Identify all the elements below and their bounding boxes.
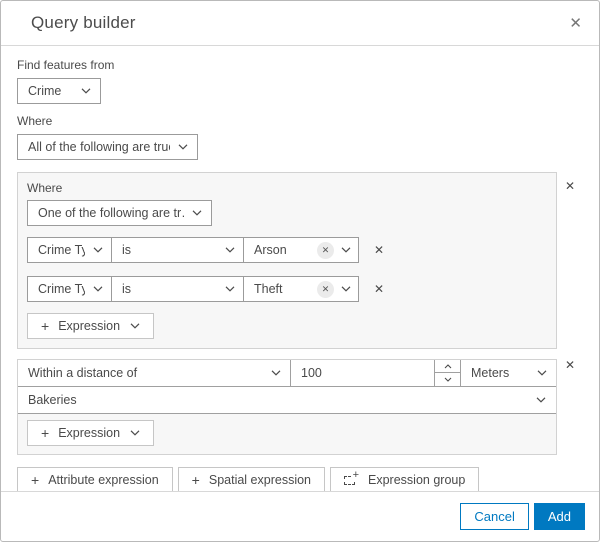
where-operator-value: All of the following are true (28, 140, 170, 154)
close-icon[interactable]: ✕ (569, 16, 582, 31)
remove-condition-button[interactable]: ✕ (374, 244, 384, 256)
spatial-expression-label: Spatial expression (208, 472, 312, 487)
value-select-value: Arson (254, 243, 287, 257)
expression-group-label: Expression group (368, 472, 466, 487)
chevron-down-icon (341, 286, 351, 292)
chevron-down-icon (178, 144, 188, 150)
group-1-operator-select[interactable]: One of the following are tr… (27, 200, 212, 226)
chevron-down-icon (192, 210, 202, 216)
value-select[interactable]: Theft ✕ (243, 276, 359, 302)
add-attribute-expression-button[interactable]: + Attribute expression (17, 467, 173, 491)
remove-group-button[interactable]: ✕ (565, 180, 575, 192)
chevron-down-icon (225, 247, 235, 253)
tag-remove-button[interactable]: ✕ (317, 241, 334, 259)
expression-actions: + Attribute expression + Spatial express… (17, 467, 583, 491)
layer-select-value: Crime (28, 84, 62, 98)
plus-icon: + (191, 471, 200, 488)
query-builder-dialog: Query builder ✕ Find features from Crime… (0, 0, 600, 542)
dialog-header: Query builder ✕ (1, 1, 599, 46)
where-operator-select[interactable]: All of the following are true (17, 134, 198, 160)
distance-stepper (434, 360, 460, 386)
chevron-down-icon (130, 323, 140, 329)
spatial-operator-value: Within a distance of (28, 366, 138, 380)
stepper-down-button[interactable] (435, 373, 460, 386)
expression-group-icon: + (344, 470, 360, 486)
add-button[interactable]: Add (533, 503, 585, 530)
condition-row: Crime Type is Theft ✕ (27, 276, 547, 302)
target-layer-select[interactable]: Bakeries (18, 387, 556, 414)
add-expression-button[interactable]: + Expression (27, 313, 155, 339)
find-features-label: Find features from (17, 58, 115, 72)
operator-select[interactable]: is (111, 237, 244, 263)
layer-select[interactable]: Crime (17, 78, 101, 104)
chevron-down-icon (271, 370, 281, 376)
add-expression-button[interactable]: + Expression (27, 420, 155, 446)
add-expression-label: Expression (58, 319, 121, 333)
chevron-down-icon (536, 397, 546, 403)
expression-group-2: Within a distance of 100 Meters Bakeries… (17, 349, 583, 455)
field-select-value: Crime Type (38, 243, 85, 257)
remove-group-button[interactable]: ✕ (565, 359, 575, 371)
chevron-down-icon (81, 88, 91, 94)
field-select[interactable]: Crime Type (27, 276, 112, 302)
group-1-operator-value: One of the following are tr… (38, 206, 184, 220)
plus-icon: + (41, 318, 50, 334)
dialog-body: Find features from Crime Where All of th… (1, 46, 599, 491)
group-2-footer: + Expression (18, 414, 556, 454)
dialog-footer: Cancel Add (1, 491, 599, 541)
add-expression-label: Expression (58, 426, 121, 440)
unit-select-value: Meters (471, 366, 510, 380)
target-layer-value: Bakeries (28, 393, 77, 407)
group-2-panel: Within a distance of 100 Meters Bakeries… (17, 359, 557, 455)
add-spatial-expression-button[interactable]: + Spatial expression (177, 467, 326, 491)
spatial-operator-select[interactable]: Within a distance of (18, 360, 290, 386)
attribute-expression-label: Attribute expression (48, 472, 159, 487)
chevron-down-icon (130, 430, 140, 436)
value-select[interactable]: Arson ✕ (243, 237, 359, 263)
expression-group-1: Where One of the following are tr… Crime… (17, 172, 583, 349)
field-select[interactable]: Crime Type (27, 237, 112, 263)
where-label: Where (17, 114, 53, 128)
distance-input[interactable] (291, 360, 434, 386)
value-select-value: Theft (254, 282, 283, 296)
dialog-title: Query builder (31, 13, 136, 32)
remove-condition-button[interactable]: ✕ (374, 283, 384, 295)
operator-select[interactable]: is (111, 276, 244, 302)
operator-select-value: is (122, 282, 132, 296)
stepper-up-button[interactable] (435, 360, 460, 373)
tag-remove-button[interactable]: ✕ (317, 280, 334, 298)
unit-select[interactable]: Meters (460, 360, 556, 386)
operator-select-value: is (122, 243, 132, 257)
chevron-down-icon (225, 286, 235, 292)
cancel-button[interactable]: Cancel (460, 503, 529, 530)
chevron-down-icon (537, 370, 547, 376)
distance-field (290, 360, 434, 386)
add-expression-group-button[interactable]: + Expression group (330, 467, 480, 491)
chevron-down-icon (341, 247, 351, 253)
spatial-condition-row: Within a distance of 100 Meters (18, 360, 556, 387)
chevron-down-icon (93, 286, 103, 292)
chevron-down-icon (93, 247, 103, 253)
condition-row: Crime Type is Arson ✕ (27, 237, 547, 263)
group-1-where-label: Where (27, 181, 63, 195)
field-select-value: Crime Type (38, 282, 85, 296)
plus-icon: + (31, 471, 40, 488)
plus-icon: + (41, 425, 50, 441)
group-1-panel: Where One of the following are tr… Crime… (17, 172, 557, 349)
